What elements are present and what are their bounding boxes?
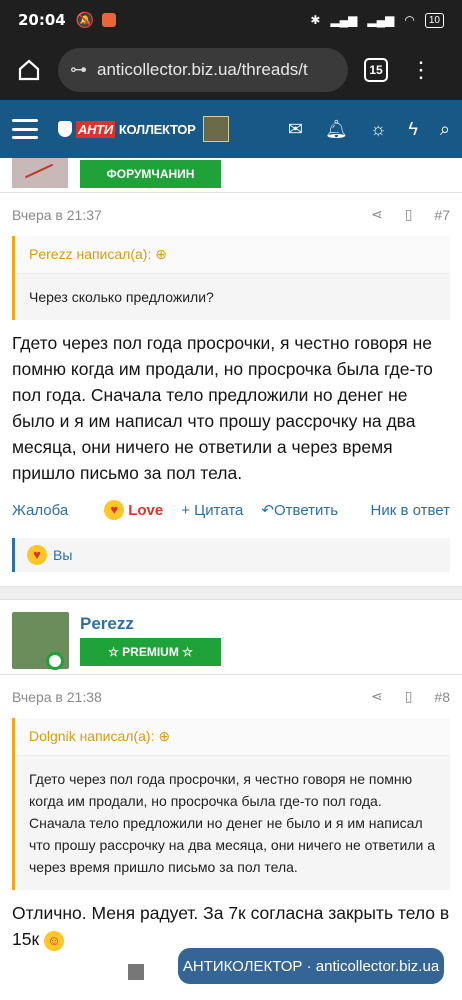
user-avatar[interactable] [203,116,230,142]
signal-icon: ▂▄▆ [330,13,358,27]
recents-button[interactable] [128,964,144,980]
bookmark-icon[interactable]: ▯ [405,688,413,705]
home-icon [18,59,40,81]
url-text: anticollector.biz.ua/threads/t [97,60,308,79]
hamburger-menu-icon[interactable] [12,119,38,139]
username[interactable]: Perezz [80,614,134,634]
android-nav-bar [0,948,178,1000]
post-separator [0,586,462,600]
search-icon[interactable]: ⌕ [440,119,450,140]
inbox-icon[interactable]: ✉ [288,119,303,140]
site-info-icon[interactable]: ⊶ [70,60,87,80]
signal-icon-2: ▂▄▆ [367,13,395,27]
mute-icon: 🔕 [75,12,95,29]
wifi-icon: ◠ [404,13,415,27]
clock: 20:04 [18,11,66,29]
post-time[interactable]: Вчера в 21:37 [12,207,102,223]
app-notification-icon [102,13,117,27]
lightbulb-icon[interactable]: ☼ [370,119,387,140]
tab-switcher-button[interactable]: 15 [364,58,388,82]
quote-text: Через сколько предложили? [29,289,214,305]
share-icon[interactable]: ⋖ [371,688,383,705]
heart-eyes-emoji-icon: ♥ [104,500,125,520]
post-time[interactable]: Вчера в 21:38 [12,689,102,705]
post8-user: Perezz ☆ PREMIUM ☆ [0,600,462,674]
thread-content: ФОРУМЧАНИН Вчера в 21:37 ⋖ ▯ #7 Perezz н… [0,158,462,952]
user-rank-badge: ☆ PREMIUM ☆ [80,638,221,666]
browser-menu-icon[interactable]: ⋮ [410,59,432,81]
reply-icon: ↶ [261,502,274,519]
quote-author[interactable]: Perezz написал(а): ⊕ [15,236,450,274]
watermark: АНТИКОЛЕКТОР · anticollector.biz.ua [178,948,444,984]
nick-reply-link[interactable]: Ник в ответ [371,502,450,519]
post-number[interactable]: #7 [434,207,450,223]
site-header: АНТИ КОЛЛЕКТОР ✉ 🔔︎ ☼ ϟ ⌕ [0,100,462,158]
bluetooth-icon: ✱ [310,13,321,27]
arrow-up-circle-icon[interactable]: ⊕ [155,246,167,262]
address-bar[interactable]: ⊶ anticollector.biz.ua/threads/t [58,48,348,92]
post-actions: Жалоба ♥ Love + Цитата ↶Ответить Ник в о… [0,486,462,534]
bookmark-icon[interactable]: ▯ [405,206,413,223]
post-meta: Вчера в 21:38 ⋖ ▯ #8 [0,674,462,718]
post-number[interactable]: #8 [434,689,450,705]
quote-block: Perezz написал(а): ⊕ Через сколько предл… [12,236,450,320]
bell-icon[interactable]: 🔔︎ [325,119,348,140]
quote-link[interactable]: + Цитата [181,502,243,519]
home-button[interactable] [12,53,46,87]
report-link[interactable]: Жалоба [12,502,68,519]
user-rank-badge: ФОРУМЧАНИН [80,160,221,188]
site-logo[interactable]: АНТИ КОЛЛЕКТОР [58,120,196,138]
post7-user: ФОРУМЧАНИН [0,158,462,192]
reply-link[interactable]: ↶Ответить [261,501,338,519]
reactions-bar[interactable]: ♥ Вы [12,538,450,572]
lightning-icon[interactable]: ϟ [408,119,418,140]
post-meta: Вчера в 21:37 ⋖ ▯ #7 [0,192,462,236]
arrow-up-circle-icon[interactable]: ⊕ [158,728,170,744]
post-message: Отлично. Меня радует. За 7к согласна зак… [12,903,450,951]
battery-indicator: 10 [424,12,444,28]
avatar[interactable] [12,158,68,188]
share-icon[interactable]: ⋖ [371,206,383,223]
online-status-icon [46,652,64,670]
system-status-bar: 20:04 🔕 ✱ ▂▄▆ ▂▄▆ ◠ 10 [0,0,462,40]
quote-author[interactable]: Dolgnik написал(а): ⊕ [15,718,450,756]
browser-toolbar: ⊶ anticollector.biz.ua/threads/t 15 ⋮ [0,40,462,100]
love-reaction[interactable]: ♥ Love [104,500,163,520]
post-message: Гдето через пол года просрочки, я честно… [12,333,433,483]
quote-block: Dolgnik написал(а): ⊕ Гдето через пол го… [12,718,450,890]
heart-eyes-emoji-icon: ♥ [27,545,47,565]
shield-icon [58,121,72,137]
quote-text: Гдето через пол года просрочки, я честно… [29,771,436,875]
